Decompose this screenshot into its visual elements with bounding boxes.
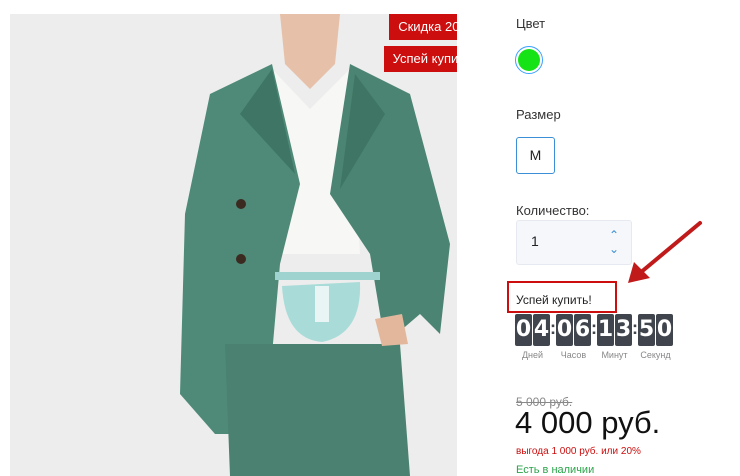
timer-hours: 0 6 Часов (556, 314, 591, 360)
timer-digit: 0 (656, 314, 673, 346)
countdown-timer: 0 4 Дней : 0 6 Часов : 1 3 Минут : 5 0 С… (515, 314, 673, 360)
timer-unit-label: Часов (560, 350, 587, 360)
timer-seconds: 5 0 Секунд (638, 314, 673, 360)
saving-note: выгода 1 000 руб. или 20% (516, 446, 641, 457)
timer-digit: 3 (615, 314, 632, 346)
stock-status: Есть в наличии (516, 464, 595, 476)
timer-digit: 4 (533, 314, 550, 346)
timer-unit-label: Секунд (640, 350, 671, 360)
current-price: 4 000 руб. (515, 405, 661, 440)
timer-unit-label: Минут (601, 350, 628, 360)
timer-unit-label: Дней (521, 350, 544, 360)
timer-digit: 5 (638, 314, 655, 346)
timer-digit: 6 (574, 314, 591, 346)
timer-digit: 0 (515, 314, 532, 346)
timer-days: 0 4 Дней (515, 314, 550, 360)
timer-digit: 0 (556, 314, 573, 346)
timer-digit: 1 (597, 314, 614, 346)
timer-minutes: 1 3 Минут (597, 314, 632, 360)
